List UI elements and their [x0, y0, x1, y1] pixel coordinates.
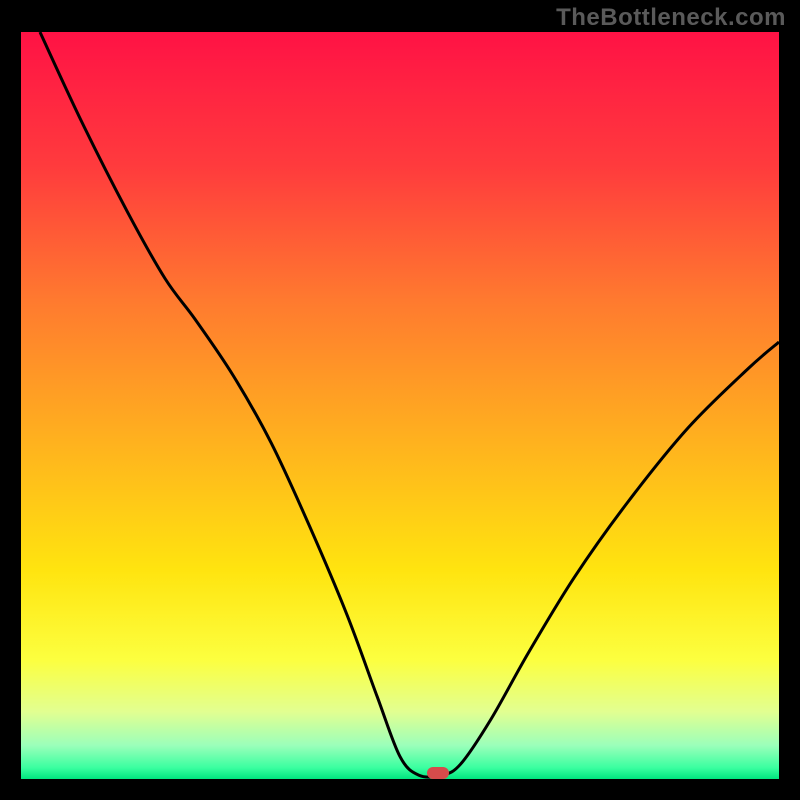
chart-stage: TheBottleneck.com — [0, 0, 800, 800]
watermark-text: TheBottleneck.com — [556, 4, 786, 32]
plot-area — [21, 32, 779, 779]
optimal-point-marker — [427, 767, 449, 779]
bottleneck-curve — [21, 32, 779, 779]
